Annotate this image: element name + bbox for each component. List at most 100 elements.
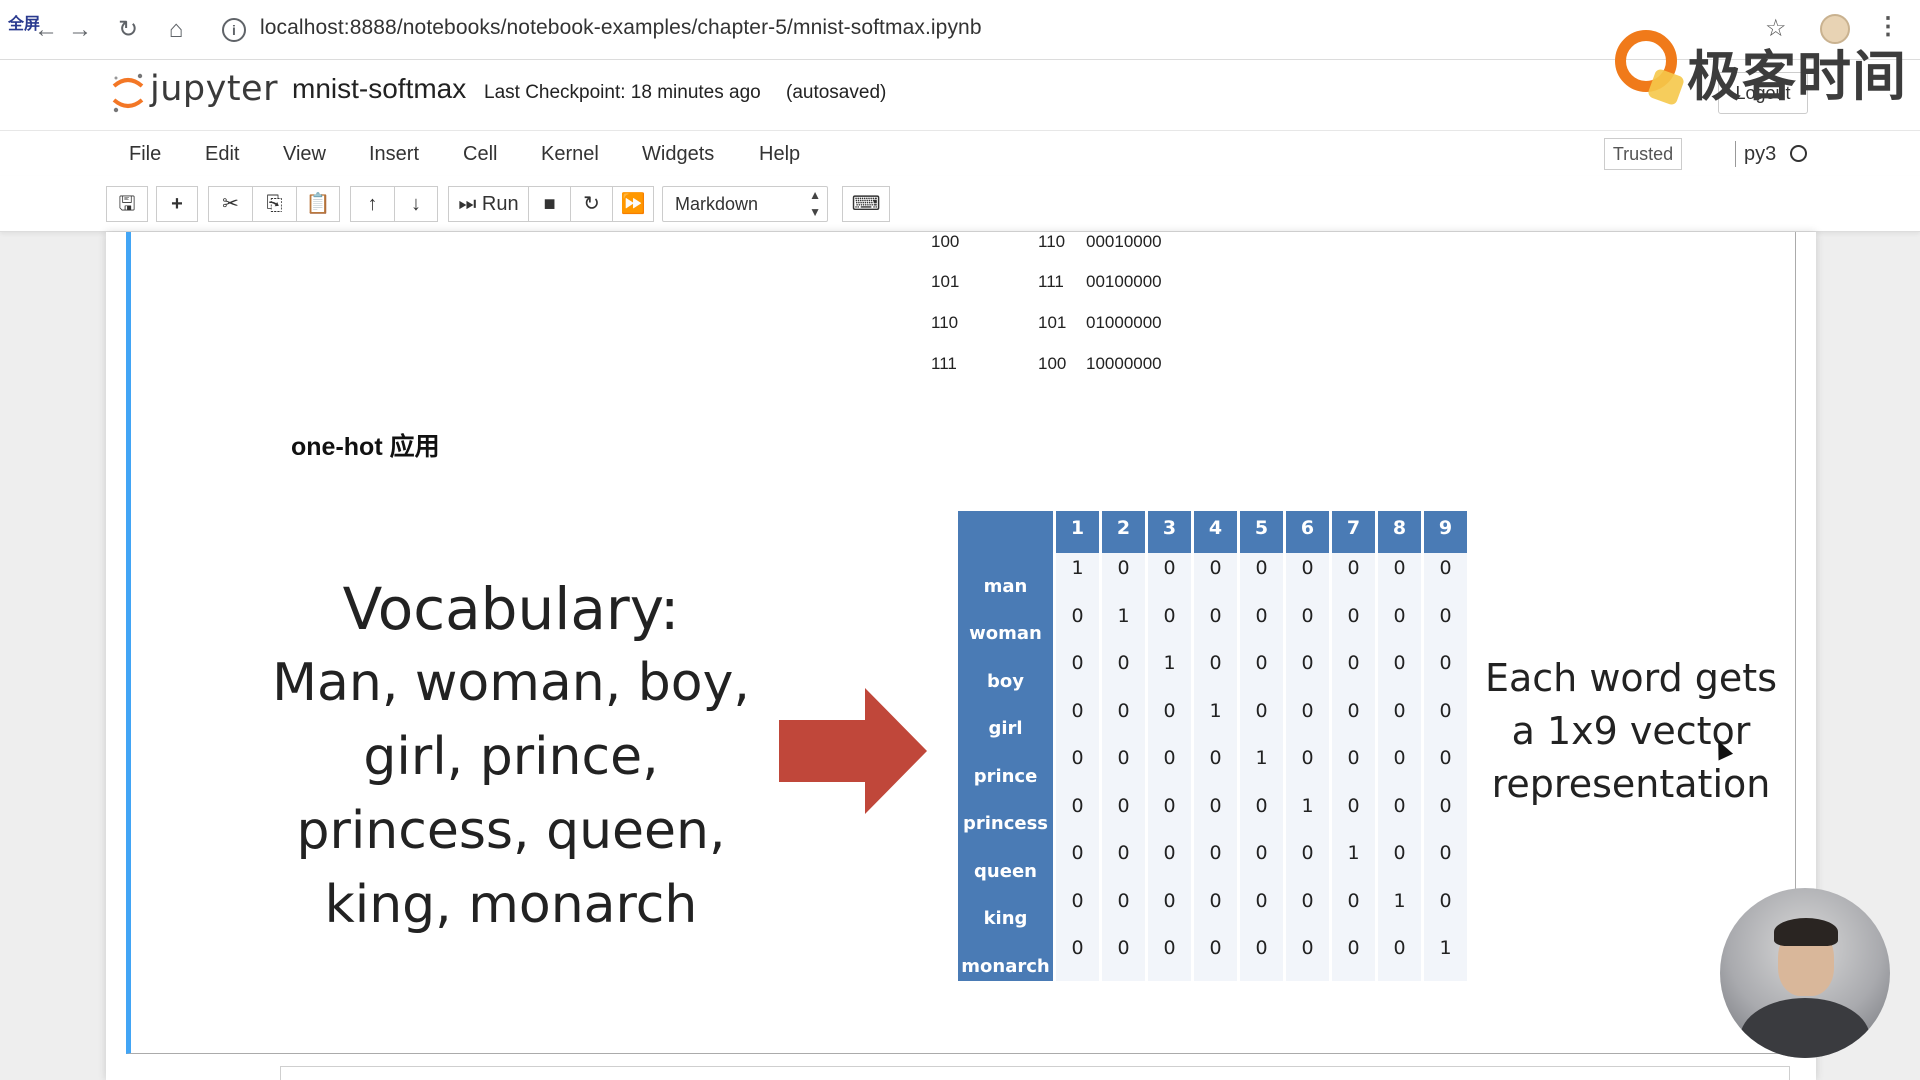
stop-icon[interactable]: ■ xyxy=(528,186,570,222)
restart-icon[interactable]: ↻ xyxy=(570,186,612,222)
caption-line: representation xyxy=(1491,762,1771,806)
kernel-name[interactable]: py3 xyxy=(1744,143,1776,166)
vocabulary-line: princess, queen, xyxy=(296,801,726,861)
onehot-row: woman 0 1 0 0 0 0 0 0 0 xyxy=(958,600,1467,648)
onehot-column-header: 2 xyxy=(1102,511,1145,553)
onehot-value-cell: 0 xyxy=(1286,933,1329,981)
onehot-value-cell: 0 xyxy=(1240,695,1283,743)
vocabulary-text: Vocabulary: Man, woman, boy, girl, princ… xyxy=(261,572,761,942)
onehot-row-label: woman xyxy=(958,600,1053,648)
move-down-icon[interactable]: ↓ xyxy=(394,186,438,222)
site-info-icon[interactable]: i xyxy=(222,18,246,42)
onehot-value-cell: 1 xyxy=(1148,648,1191,696)
cell-type-value: Markdown xyxy=(675,194,759,214)
onehot-value-cell: 0 xyxy=(1378,553,1421,601)
onehot-value-cell: 0 xyxy=(1286,553,1329,601)
section-title: one-hot 应用 xyxy=(291,433,440,461)
onehot-value-cell: 0 xyxy=(1332,933,1375,981)
onehot-body: man 1 0 0 0 0 0 0 0 0 woman 0 1 0 0 0 0 0 0 0 boy 0 0 1 0 0 0 0 0 0 gi… xyxy=(958,553,1467,981)
insert-cell-icon[interactable]: + xyxy=(156,186,198,222)
select-arrows-icon: ▲ ▼ xyxy=(809,188,821,219)
onehot-value-cell: 0 xyxy=(1286,743,1329,791)
onehot-row: boy 0 0 1 0 0 0 0 0 0 xyxy=(958,648,1467,696)
cell-type-select[interactable]: Markdown ▲ ▼ xyxy=(662,186,828,222)
menu-insert[interactable]: Insert xyxy=(369,143,419,166)
jupyter-logo-icon[interactable] xyxy=(110,70,146,114)
markdown-cell[interactable]: 100 110 00010000 101 111 00100000 110 10… xyxy=(126,232,1796,1054)
back-icon[interactable]: ← xyxy=(30,14,62,46)
menu-kernel[interactable]: Kernel xyxy=(541,143,599,166)
next-code-cell[interactable] xyxy=(280,1066,1790,1080)
onehot-value-cell: 0 xyxy=(1332,553,1375,601)
onehot-value-cell: 0 xyxy=(1056,695,1099,743)
onehot-value-cell: 0 xyxy=(1378,838,1421,886)
binary-col-3: 00010000 xyxy=(1086,232,1162,251)
each-word-caption: Each word gets a 1x9 vector representati… xyxy=(1481,652,1781,811)
onehot-value-cell: 0 xyxy=(1378,600,1421,648)
onehot-value-cell: 0 xyxy=(1424,885,1467,933)
onehot-value-cell: 0 xyxy=(1378,933,1421,981)
onehot-table: 1 2 3 4 5 6 7 8 9 man 1 0 0 0 0 0 0 0 0 woman 0 1 0 0 0… xyxy=(955,511,1470,981)
onehot-row-label: queen xyxy=(958,838,1053,886)
onehot-value-cell: 0 xyxy=(1102,790,1145,838)
onehot-value-cell: 0 xyxy=(1286,648,1329,696)
onehot-value-cell: 0 xyxy=(1102,648,1145,696)
menu-widgets[interactable]: Widgets xyxy=(642,143,714,166)
keyboard-icon[interactable]: ⌨ xyxy=(842,186,890,222)
reload-icon[interactable]: ↻ xyxy=(112,14,144,46)
onehot-value-cell: 0 xyxy=(1102,885,1145,933)
onehot-value-cell: 0 xyxy=(1056,838,1099,886)
menu-cell[interactable]: Cell xyxy=(463,143,497,166)
binary-col-2: 111 xyxy=(1038,272,1064,291)
presenter-hair xyxy=(1774,918,1838,946)
menu-help[interactable]: Help xyxy=(759,143,800,166)
onehot-value-cell: 0 xyxy=(1148,743,1191,791)
save-icon[interactable]: 🖫 xyxy=(106,186,148,222)
onehot-value-cell: 1 xyxy=(1194,695,1237,743)
jupyter-logo-text[interactable]: jupyter xyxy=(150,69,278,109)
onehot-row: man 1 0 0 0 0 0 0 0 0 xyxy=(958,553,1467,601)
fast-forward-icon[interactable]: ⏩ xyxy=(612,186,654,222)
autosave-status: (autosaved) xyxy=(786,82,887,103)
presenter-body xyxy=(1740,998,1870,1058)
vocabulary-line: girl, prince, xyxy=(363,727,659,787)
url-bar[interactable]: localhost:8888/notebooks/notebook-exampl… xyxy=(260,16,982,40)
binary-col-1: 110 xyxy=(931,313,959,332)
onehot-value-cell: 0 xyxy=(1424,600,1467,648)
menu-file[interactable]: File xyxy=(129,143,161,166)
notebook-container: 100 110 00010000 101 111 00100000 110 10… xyxy=(106,232,1816,1080)
onehot-value-cell: 0 xyxy=(1102,743,1145,791)
onehot-value-cell: 0 xyxy=(1148,695,1191,743)
binary-col-3: 10000000 xyxy=(1086,354,1162,373)
onehot-column-header: 8 xyxy=(1378,511,1421,553)
onehot-value-cell: 0 xyxy=(1332,790,1375,838)
cut-icon[interactable]: ✂ xyxy=(208,186,252,222)
onehot-row-label: boy xyxy=(958,648,1053,696)
onehot-row: prince 0 0 0 0 1 0 0 0 0 xyxy=(958,743,1467,791)
menu-view[interactable]: View xyxy=(283,143,326,166)
binary-col-2: 110 xyxy=(1038,232,1066,251)
notebook-name[interactable]: mnist-softmax xyxy=(292,73,466,105)
run-label: Run xyxy=(481,193,519,215)
onehot-value-cell: 1 xyxy=(1332,838,1375,886)
onehot-value-cell: 0 xyxy=(1148,790,1191,838)
copy-icon[interactable]: ⎘ xyxy=(252,186,296,222)
forward-icon[interactable]: → xyxy=(64,14,96,46)
run-button[interactable]: ⏭ Run xyxy=(448,186,528,222)
onehot-row-label: man xyxy=(958,553,1053,601)
onehot-value-cell: 0 xyxy=(1194,600,1237,648)
onehot-value-cell: 0 xyxy=(1056,648,1099,696)
trusted-badge[interactable]: Trusted xyxy=(1604,138,1682,170)
onehot-value-cell: 0 xyxy=(1102,838,1145,886)
onehot-value-cell: 0 xyxy=(1424,648,1467,696)
onehot-value-cell: 0 xyxy=(1424,790,1467,838)
home-icon[interactable]: ⌂ xyxy=(160,14,192,46)
menu-edit[interactable]: Edit xyxy=(205,143,239,166)
move-up-icon[interactable]: ↑ xyxy=(350,186,394,222)
onehot-value-cell: 0 xyxy=(1148,553,1191,601)
onehot-value-cell: 0 xyxy=(1194,885,1237,933)
paste-icon[interactable]: 📋 xyxy=(296,186,340,222)
onehot-value-cell: 0 xyxy=(1194,743,1237,791)
onehot-column-header: 6 xyxy=(1286,511,1329,553)
onehot-row-label: monarch xyxy=(958,933,1053,981)
